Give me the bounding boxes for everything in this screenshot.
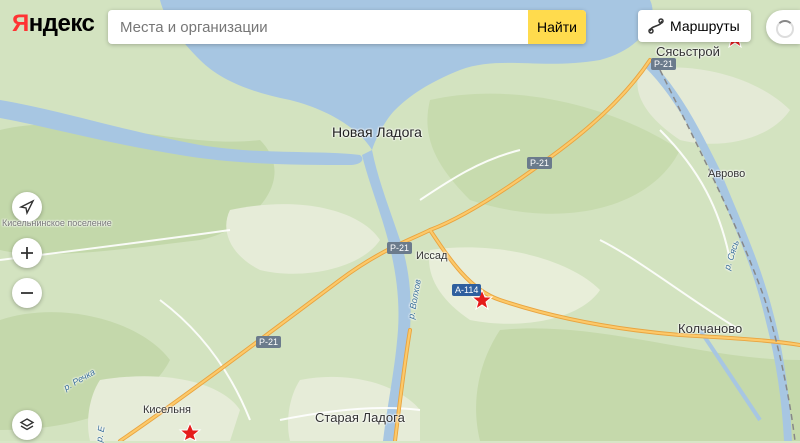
logo-rest: ндекс <box>28 10 95 37</box>
label-novaya-ladoga[interactable]: Новая Ладога <box>332 124 422 140</box>
search-input[interactable] <box>108 10 528 44</box>
road-shield: Р-21 <box>256 336 282 348</box>
road-shield: Р-21 <box>651 58 677 70</box>
profile-button[interactable] <box>766 10 800 44</box>
label-kiselnya[interactable]: Кисельня <box>143 404 191 416</box>
search-bar: Найти <box>108 10 586 44</box>
route-icon <box>648 18 664 34</box>
zoom-in-button[interactable] <box>12 238 42 268</box>
routes-button[interactable]: Маршруты <box>638 10 751 42</box>
label-kiselninskoe: Кисельнинское поселение <box>2 218 112 228</box>
label-issad[interactable]: Иссад <box>416 250 447 262</box>
locate-icon <box>19 199 35 215</box>
layers-icon <box>19 418 35 431</box>
yandex-logo[interactable]: Яндекс <box>12 10 95 38</box>
road-shield: Р-21 <box>527 157 553 169</box>
label-staraya-ladoga[interactable]: Старая Ладога <box>315 410 405 425</box>
layers-button[interactable] <box>12 410 42 440</box>
label-kolchanovo[interactable]: Колчаново <box>678 321 742 336</box>
zoom-in-icon <box>21 247 33 259</box>
zoom-out-icon <box>21 292 33 294</box>
logo-first-letter: Я <box>12 10 29 37</box>
label-syasstroy[interactable]: Сясьстрой <box>656 44 720 59</box>
search-button[interactable]: Найти <box>528 10 586 44</box>
loading-icon <box>776 20 794 38</box>
road-shield: Р-21 <box>387 242 413 254</box>
zoom-out-button[interactable] <box>12 278 42 308</box>
map-canvas[interactable] <box>0 0 800 441</box>
label-avrovo[interactable]: Аврово <box>708 168 745 180</box>
road-shield: А-114 <box>452 284 482 296</box>
routes-label: Маршруты <box>670 18 740 34</box>
